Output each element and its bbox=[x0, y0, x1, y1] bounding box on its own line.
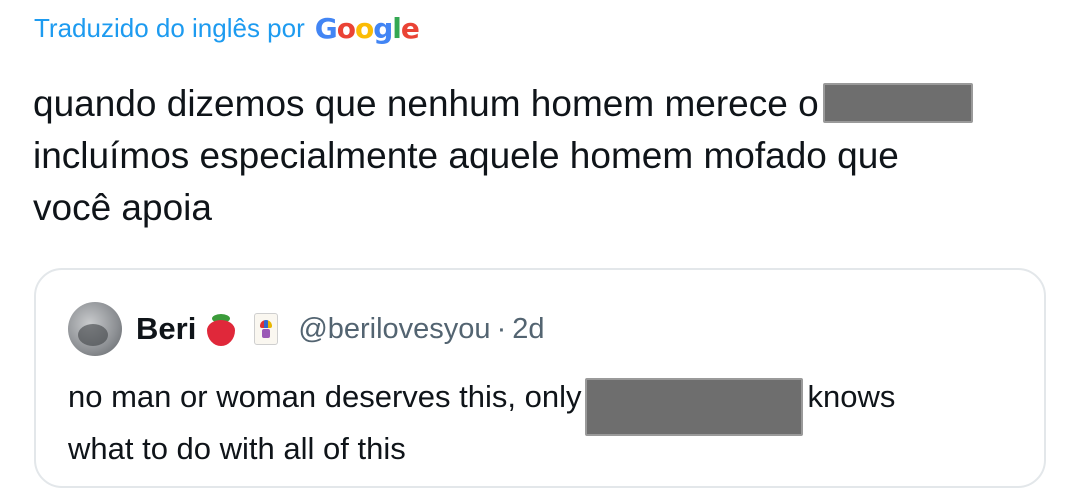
quoted-tweet[interactable]: Beri @berilovesyou · 2d no man or woman … bbox=[34, 268, 1046, 488]
tweet-text: quando dizemos que nenhum homem merece o… bbox=[33, 78, 1063, 234]
translation-label: Traduzido do inglês por bbox=[34, 13, 305, 43]
quoted-user-handle[interactable]: @berilovesyou bbox=[298, 313, 490, 346]
redacted-block bbox=[822, 83, 973, 124]
translation-notice[interactable]: Traduzido do inglês por Google bbox=[34, 12, 420, 45]
quoted-user-name[interactable]: Beri bbox=[136, 311, 196, 347]
quoted-timestamp[interactable]: 2d bbox=[512, 313, 544, 346]
avatar[interactable] bbox=[68, 302, 122, 356]
quoted-line-1: no man or woman deserves this, only knows bbox=[68, 370, 1028, 436]
tweet-line-2: incluímos especialmente aquele homem mof… bbox=[33, 135, 899, 176]
quoted-line-2: what to do with all of this bbox=[68, 431, 406, 466]
separator-dot: · bbox=[496, 312, 507, 345]
quoted-tweet-header: Beri @berilovesyou · 2d bbox=[68, 302, 545, 356]
strawberry-emoji-icon bbox=[206, 312, 236, 346]
quoted-tweet-text: no man or woman deserves this, only knows… bbox=[68, 370, 1028, 470]
tweet-line-1: quando dizemos que nenhum homem merece o bbox=[33, 78, 1063, 130]
google-logo: Google bbox=[314, 12, 420, 45]
redacted-block bbox=[585, 378, 804, 436]
tweet-line-3: você apoia bbox=[33, 187, 212, 228]
joker-card-emoji-icon bbox=[254, 313, 279, 345]
